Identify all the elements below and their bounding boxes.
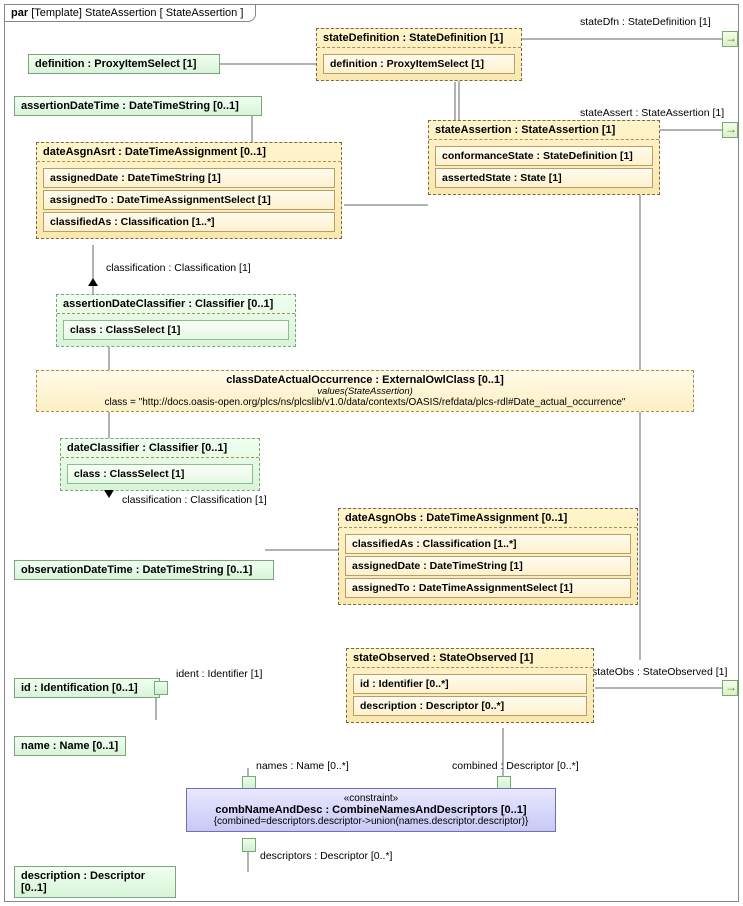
assertionDateTime-title: assertionDateTime : DateTimeString [0..1…: [15, 97, 261, 115]
port-descriptors: [242, 838, 256, 852]
block-dateClassifier: dateClassifier : Classifier [0..1] class…: [60, 438, 260, 491]
block-dateAsgnAsrt: dateAsgnAsrt : DateTimeAssignment [0..1]…: [36, 142, 342, 239]
dateAsgnObs-r3: assignedTo : DateTimeAssignmentSelect [1…: [345, 578, 631, 598]
dateClassifier-r1: class : ClassSelect [1]: [67, 464, 253, 484]
dateAsgnObs-r2: assignedDate : DateTimeString [1]: [345, 556, 631, 576]
frame-tab: par [Template] StateAssertion [ StateAss…: [4, 4, 256, 22]
name-title: name : Name [0..1]: [15, 737, 125, 755]
block-definition: definition : ProxyItemSelect [1]: [28, 54, 220, 74]
constraint-title: combNameAndDesc : CombineNamesAndDescrip…: [195, 804, 547, 816]
dateClassifier-title: dateClassifier : Classifier [0..1]: [61, 439, 259, 458]
assertionDateClassifier-r1: class : ClassSelect [1]: [63, 320, 289, 340]
frame-stereo: [Template]: [31, 7, 82, 19]
stateObserved-r2: description : Descriptor [0..*]: [353, 696, 587, 716]
block-stateAssertion: stateAssertion : StateAssertion [1] conf…: [428, 120, 660, 195]
observationDateTime-title: observationDateTime : DateTimeString [0.…: [15, 561, 273, 579]
stateAssertion-title: stateAssertion : StateAssertion [1]: [429, 121, 659, 140]
block-assertionDateTime: assertionDateTime : DateTimeString [0..1…: [14, 96, 262, 116]
block-stateObserved: stateObserved : StateObserved [1] id : I…: [346, 648, 594, 723]
stateObserved-title: stateObserved : StateObserved [1]: [347, 649, 593, 668]
cdoa-val: class = "http://docs.oasis-open.org/plcs…: [45, 397, 685, 408]
dateAsgnObs-r1: classifiedAs : Classification [1..*]: [345, 534, 631, 554]
port-ident: [154, 681, 168, 695]
block-description: description : Descriptor [0..1]: [14, 866, 176, 898]
stateAssertion-r1: conformanceState : StateDefinition [1]: [435, 146, 653, 166]
block-classDateActualOccurrence: classDateActualOccurrence : ExternalOwlC…: [36, 370, 694, 412]
description-title: description : Descriptor [0..1]: [15, 867, 175, 897]
block-id: id : Identification [0..1]: [14, 678, 160, 698]
block-observationDateTime: observationDateTime : DateTimeString [0.…: [14, 560, 274, 580]
stateDefinition-title: stateDefinition : StateDefinition [1]: [317, 29, 521, 48]
stateObserved-r1: id : Identifier [0..*]: [353, 674, 587, 694]
dateAsgnAsrt-title: dateAsgnAsrt : DateTimeAssignment [0..1]: [37, 143, 341, 162]
stateDefinition-row-definition: definition : ProxyItemSelect [1]: [323, 54, 515, 74]
id-title: id : Identification [0..1]: [15, 679, 159, 697]
frame-ref: [ StateAssertion ]: [160, 7, 244, 19]
dateAsgnAsrt-r2: assignedTo : DateTimeAssignmentSelect [1…: [43, 190, 335, 210]
edge-descriptors: descriptors : Descriptor [0..*]: [260, 850, 392, 862]
block-name: name : Name [0..1]: [14, 736, 126, 756]
port-stateObs: [722, 680, 738, 696]
arrow-down-1: [104, 490, 114, 498]
edge-combined: combined : Descriptor [0..*]: [452, 760, 579, 772]
cdoa-sub: values(StateAssertion): [45, 386, 685, 397]
arrow-up-1: [88, 278, 98, 286]
block-stateDefinition: stateDefinition : StateDefinition [1] de…: [316, 28, 522, 81]
edge-names: names : Name [0..*]: [256, 760, 349, 772]
port-stateDfn: [722, 31, 738, 47]
constraint-combNameAndDesc: «constraint» combNameAndDesc : CombineNa…: [186, 788, 556, 832]
constraint-stereo: «constraint»: [195, 793, 547, 804]
frame-name: StateAssertion: [85, 7, 157, 19]
definition-title: definition : ProxyItemSelect [1]: [29, 55, 219, 73]
assertionDateClassifier-title: assertionDateClassifier : Classifier [0.…: [57, 295, 295, 314]
edge-classification1: classification : Classification [1]: [106, 262, 251, 274]
port-stateAssert-label: stateAssert : StateAssertion [1]: [580, 107, 724, 119]
cdoa-title: classDateActualOccurrence : ExternalOwlC…: [45, 374, 685, 386]
stateAssertion-r2: assertedState : State [1]: [435, 168, 653, 188]
block-assertionDateClassifier: assertionDateClassifier : Classifier [0.…: [56, 294, 296, 347]
edge-classification2: classification : Classification [1]: [122, 494, 267, 506]
block-dateAsgnObs: dateAsgnObs : DateTimeAssignment [0..1] …: [338, 508, 638, 605]
edge-ident: ident : Identifier [1]: [176, 668, 262, 680]
frame-kind: par: [11, 7, 28, 19]
dateAsgnAsrt-r3: classifiedAs : Classification [1..*]: [43, 212, 335, 232]
dateAsgnObs-title: dateAsgnObs : DateTimeAssignment [0..1]: [339, 509, 637, 528]
port-stateAssert: [722, 122, 738, 138]
constraint-body: {combined=descriptors.descriptor->union(…: [195, 816, 547, 827]
dateAsgnAsrt-r1: assignedDate : DateTimeString [1]: [43, 168, 335, 188]
port-stateDfn-label: stateDfn : StateDefinition [1]: [580, 16, 711, 28]
port-stateObs-label: stateObs : StateObserved [1]: [592, 666, 727, 678]
